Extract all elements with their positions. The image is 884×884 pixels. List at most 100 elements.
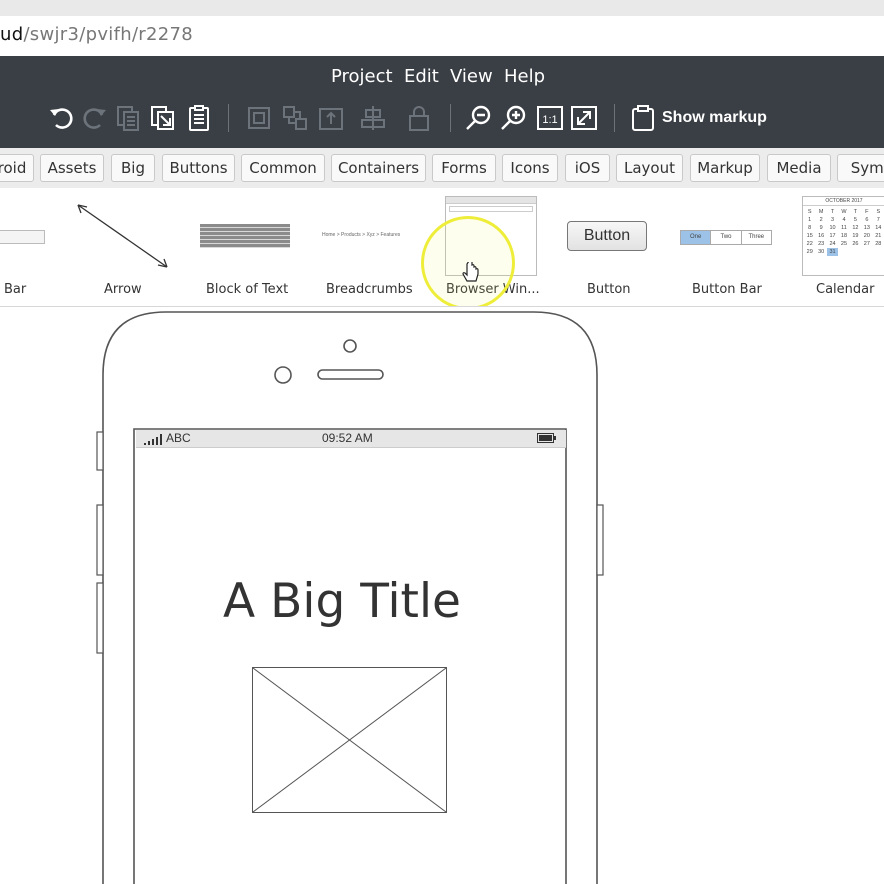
main-menu: Project Edit View Help [0, 66, 884, 92]
bar-preview[interactable] [0, 230, 45, 244]
status-time: 09:52 AM [322, 431, 373, 445]
ui-library-strip: Bar Arrow Block of Text Home > Products … [0, 188, 884, 307]
calendar-weekday: W [841, 209, 847, 215]
calendar-day: 28 [875, 241, 882, 247]
tab-symbols[interactable]: Symb [837, 154, 884, 182]
menu-project[interactable]: Project [331, 66, 393, 87]
image-placeholder[interactable] [252, 667, 447, 813]
toolbar-separator [614, 104, 615, 132]
ungroup-icon[interactable] [280, 103, 310, 133]
toolbar-separator [450, 104, 451, 132]
calendar-preview[interactable]: OCTOBER 2017 S M T W T F S 1 2 3 4 5 6 7 8 9 10 11 12 13 14 1… [802, 196, 884, 276]
url-path: /swjr3/pvifh/r2278 [23, 24, 194, 45]
calendar-day: 23 [818, 241, 825, 247]
tab-buttons[interactable]: Buttons [162, 154, 235, 182]
redo-icon[interactable] [80, 103, 110, 133]
tab-big[interactable]: Big [111, 154, 155, 182]
calendar-day: 4 [842, 217, 846, 223]
block-of-text-preview[interactable] [200, 224, 290, 248]
menu-help[interactable]: Help [504, 66, 545, 87]
tab-assets[interactable]: Assets [40, 154, 104, 182]
align-icon[interactable] [358, 103, 388, 133]
zoom-out-icon[interactable] [464, 103, 494, 133]
calendar-day: 16 [818, 233, 825, 239]
calendar-day: 19 [852, 233, 859, 239]
calendar-day: 17 [829, 233, 836, 239]
paste-icon[interactable] [148, 103, 178, 133]
calendar-day: 22 [806, 241, 813, 247]
copy-icon[interactable] [114, 103, 144, 133]
battery-icon [537, 433, 556, 443]
button-bar-segment: Two [710, 231, 740, 244]
url-host-fragment: ud [0, 24, 24, 45]
calendar-day: 6 [865, 217, 869, 223]
url-text[interactable]: ud/swjr3/pvifh/r2278 [0, 24, 193, 45]
group-icon[interactable] [244, 103, 274, 133]
show-markup-button[interactable]: Show markup [630, 103, 767, 133]
calendar-day: 14 [875, 225, 882, 231]
library-item-button-bar[interactable]: Button Bar [692, 282, 762, 297]
calendar-day: 10 [829, 225, 836, 231]
tab-layout[interactable]: Layout [616, 154, 683, 182]
calendar-month: OCTOBER 2017 [803, 197, 884, 206]
calendar-day: 5 [853, 217, 857, 223]
calendar-day: 26 [852, 241, 859, 247]
calendar-day: 24 [829, 241, 836, 247]
tab-markup[interactable]: Markup [690, 154, 760, 182]
arrow-preview[interactable] [72, 200, 174, 272]
library-item-button[interactable]: Button [587, 282, 631, 297]
calendar-day: 12 [852, 225, 859, 231]
calendar-day: 7 [876, 217, 880, 223]
undo-icon[interactable] [46, 103, 76, 133]
carrier-label: ABC [166, 431, 191, 445]
calendar-day: 21 [875, 233, 882, 239]
phone-status-bar: ABC 09:52 AM [136, 430, 566, 448]
fit-screen-icon[interactable] [569, 103, 599, 133]
calendar-day: 8 [808, 225, 812, 231]
menu-edit[interactable]: Edit [404, 66, 439, 87]
bring-front-icon[interactable] [316, 103, 346, 133]
library-category-tabs: roid Assets Big Buttons Common Container… [0, 148, 884, 188]
tab-forms[interactable]: Forms [432, 154, 496, 182]
calendar-grid: S M T W T F S 1 2 3 4 5 6 7 8 9 10 11 12 13 14 15 16 17 18 19 20 21… [803, 206, 884, 256]
button-preview[interactable]: Button [567, 221, 647, 251]
calendar-day: 11 [841, 225, 847, 231]
clipboard-icon[interactable] [184, 103, 214, 133]
calendar-weekday: M [818, 209, 824, 215]
library-item-bar[interactable]: Bar [4, 282, 26, 297]
library-item-breadcrumbs[interactable]: Breadcrumbs [326, 282, 413, 297]
library-item-arrow[interactable]: Arrow [104, 282, 142, 297]
button-bar-preview[interactable]: One Two Three [680, 230, 772, 245]
phone-big-title[interactable]: A Big Title [136, 574, 548, 629]
menu-view[interactable]: View [450, 66, 493, 87]
toolbar-separator [228, 104, 229, 132]
browser-tab-strip [0, 0, 884, 17]
tab-media[interactable]: Media [767, 154, 831, 182]
calendar-weekday: T [853, 209, 858, 215]
tab-ios[interactable]: iOS [565, 154, 610, 182]
lock-icon[interactable] [404, 103, 434, 133]
tab-common[interactable]: Common [241, 154, 325, 182]
actual-size-button[interactable]: 1:1 [535, 103, 565, 133]
address-bar[interactable]: ud/swjr3/pvifh/r2278 [0, 16, 884, 56]
calendar-weekday: S [807, 209, 812, 215]
calendar-weekday: T [830, 209, 835, 215]
actual-size-label: 1:1 [542, 114, 557, 126]
library-item-block-of-text[interactable]: Block of Text [206, 282, 288, 297]
zoom-in-icon[interactable] [499, 103, 529, 133]
calendar-day: 15 [806, 233, 813, 239]
calendar-day: 2 [819, 217, 823, 223]
library-item-calendar[interactable]: Calendar [816, 282, 874, 297]
tab-icons[interactable]: Icons [502, 154, 558, 182]
breadcrumbs-preview[interactable]: Home > Products > Xyz > Features [322, 232, 400, 238]
tab-containers[interactable]: Containers [331, 154, 426, 182]
button-bar-segment: Three [740, 231, 771, 244]
calendar-day: 25 [840, 241, 848, 247]
calendar-day: 27 [863, 241, 870, 247]
signal-icon [144, 434, 162, 445]
calendar-day: 1 [808, 217, 812, 223]
tab-android[interactable]: roid [0, 154, 34, 182]
calendar-weekday: F [865, 209, 869, 215]
show-markup-label: Show markup [662, 109, 767, 126]
markup-clipboard-icon [632, 105, 654, 131]
